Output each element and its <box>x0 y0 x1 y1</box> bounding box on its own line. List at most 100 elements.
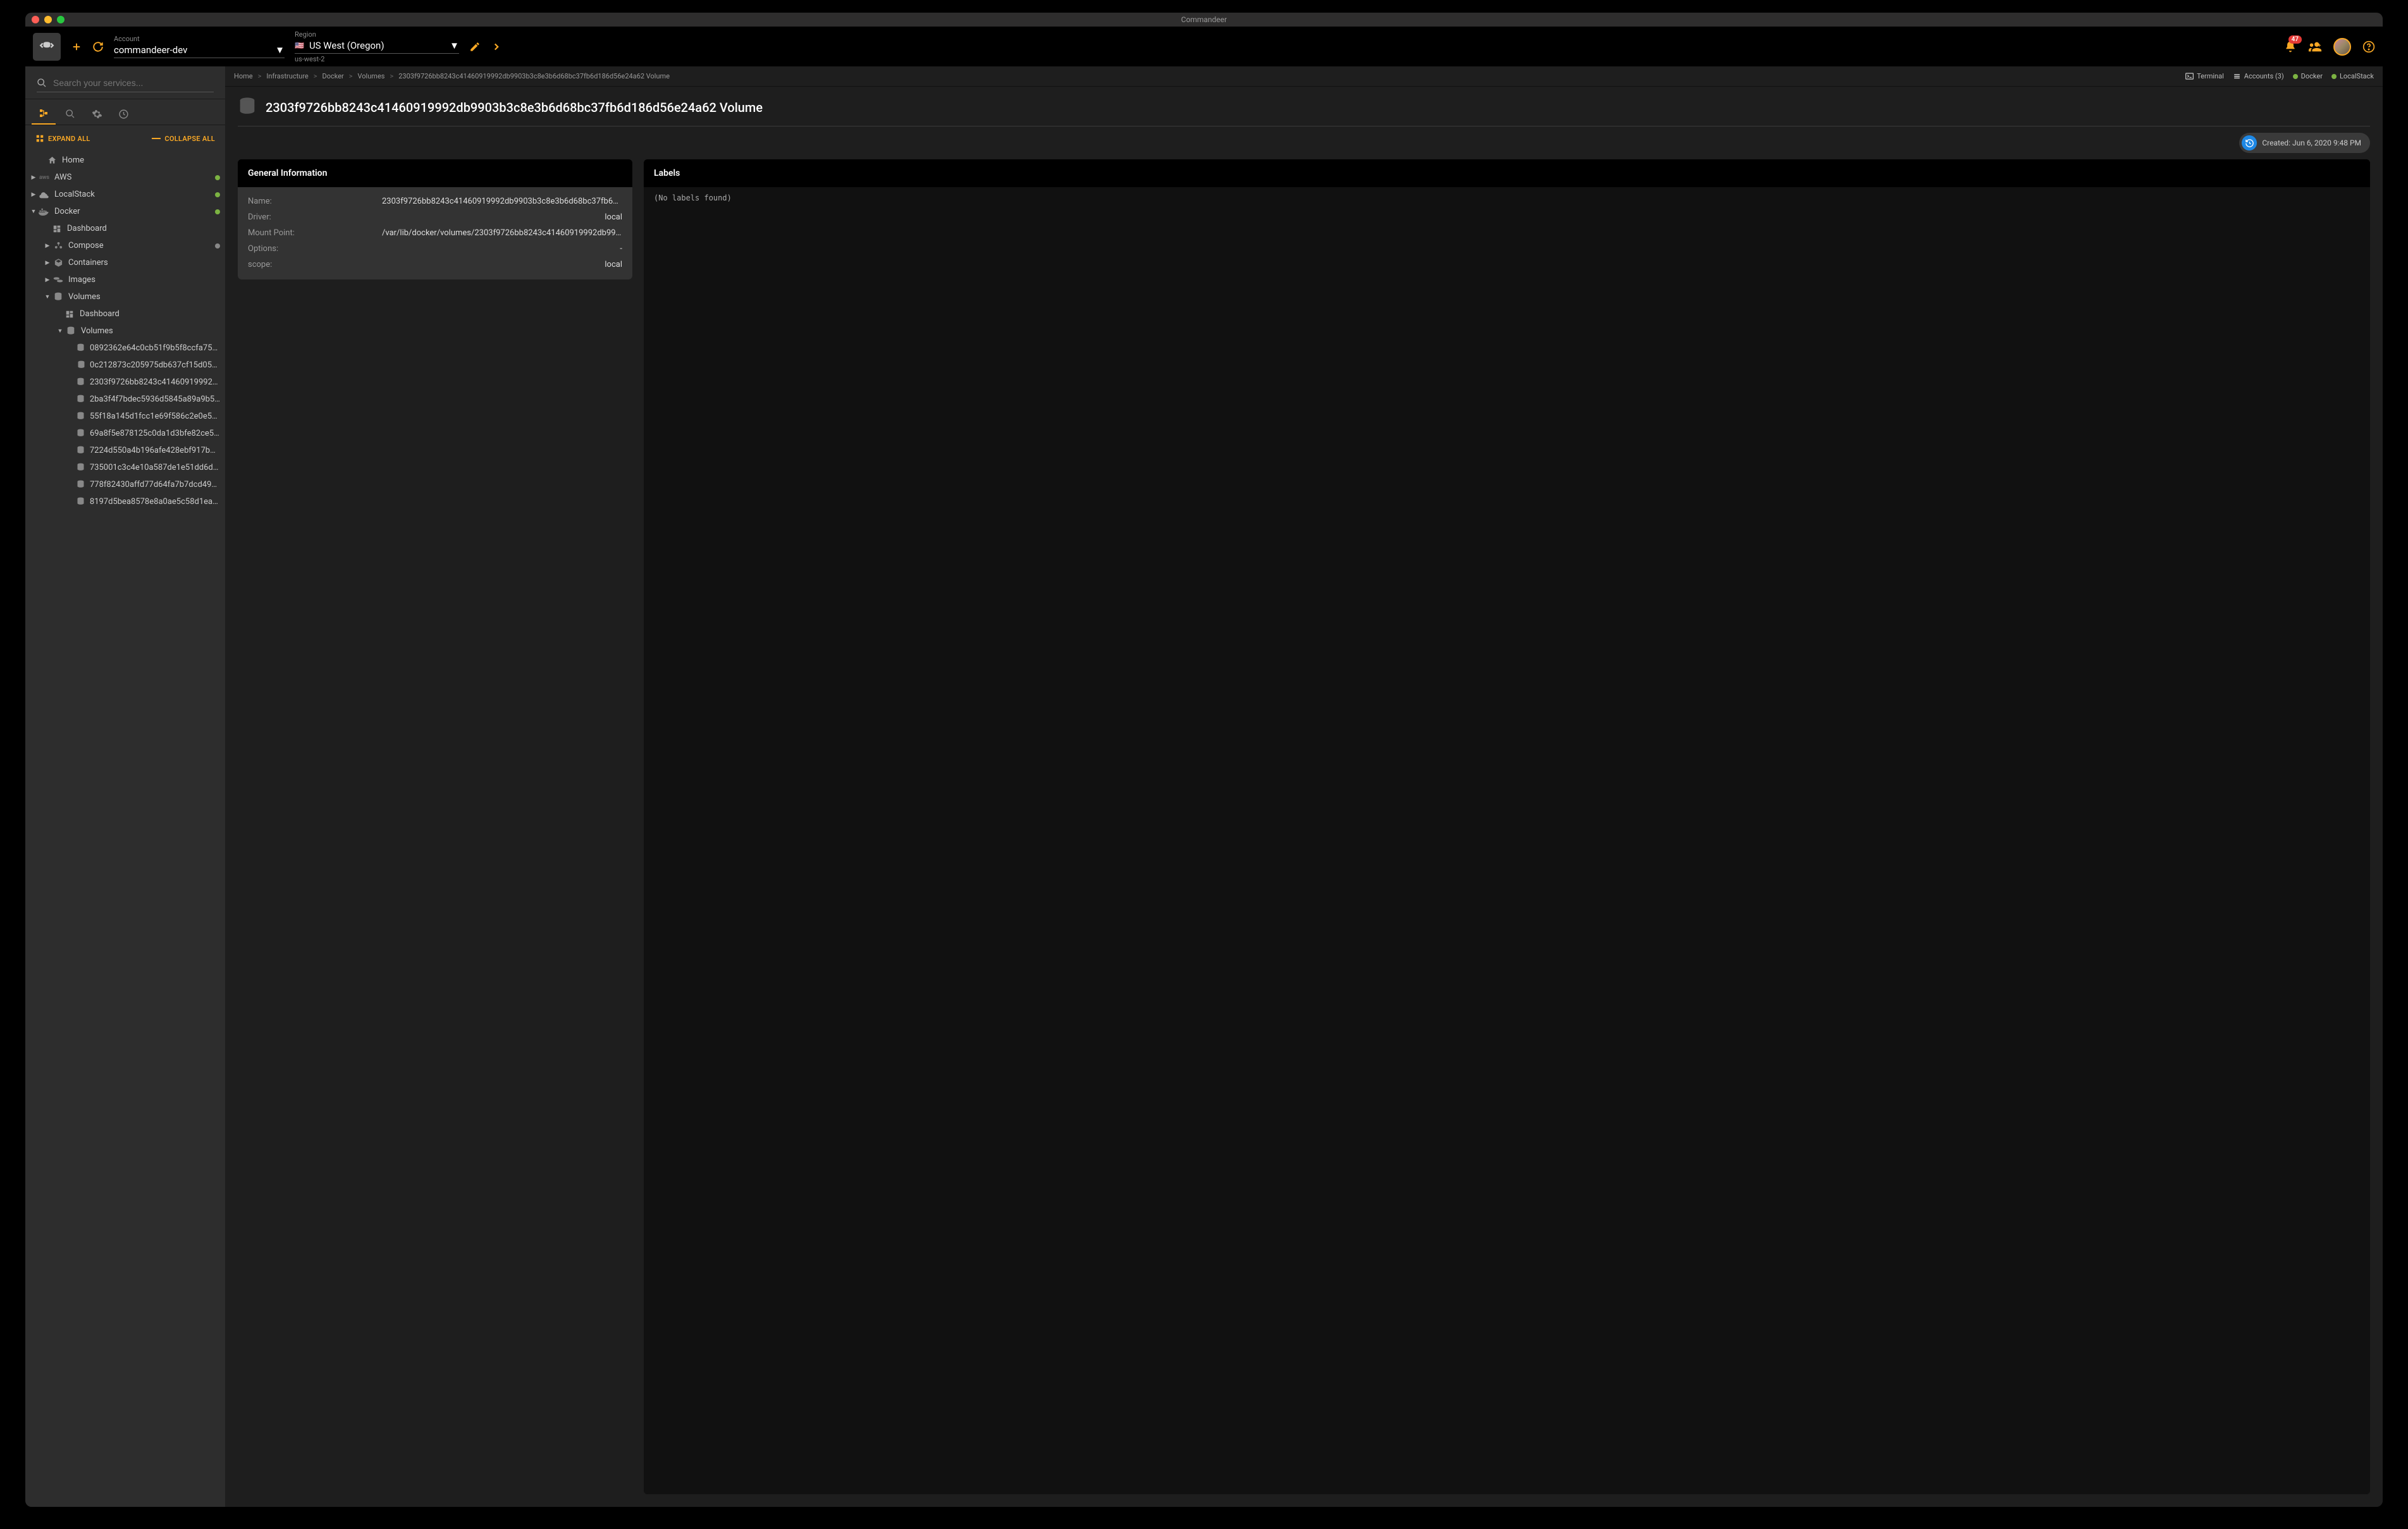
tree-docker-compose[interactable]: ▶ Compose <box>25 237 225 254</box>
labels-panel: Labels (No labels found) <box>644 159 2370 1494</box>
localstack-status[interactable]: LocalStack <box>2331 72 2374 80</box>
tab-search[interactable] <box>58 103 82 125</box>
window-controls <box>32 16 64 23</box>
terminal-button[interactable]: Terminal <box>2185 72 2224 80</box>
breadcrumb-bar: Home>Infrastructure>Docker>Volumes>2303f… <box>225 66 2383 87</box>
flag-icon: 🇺🇸 <box>295 41 304 50</box>
panel-title: General Information <box>238 159 632 187</box>
tree-volume-item[interactable]: 0892362e64c0cb51f9b5f8ccfa75c2e5d799a <box>25 340 225 357</box>
volume-icon <box>76 446 86 455</box>
breadcrumb-separator: > <box>314 72 317 80</box>
chevron-down-icon: ▼ <box>29 208 38 215</box>
volume-icon <box>64 326 77 336</box>
general-info-panel: General Information Name:2303f9726bb8243… <box>238 159 632 279</box>
info-row: Name:2303f9726bb8243c41460919992db9903b3… <box>248 193 622 209</box>
main-content: Home>Infrastructure>Docker>Volumes>2303f… <box>225 66 2383 1507</box>
app-header: Account commandeer-dev ▼ Region 🇺🇸 US We… <box>25 27 2383 66</box>
volume-icon <box>76 395 86 404</box>
minimize-window-button[interactable] <box>44 16 52 23</box>
app-logo[interactable] <box>33 33 61 61</box>
breadcrumb-item[interactable]: Docker <box>322 72 343 80</box>
edit-button[interactable] <box>469 41 481 52</box>
images-icon <box>52 276 64 284</box>
tab-settings[interactable] <box>85 103 109 125</box>
close-window-button[interactable] <box>32 16 39 23</box>
service-tree: Home ▶ aws AWS ▶ LocalStack ▼ Do <box>25 152 225 1507</box>
help-button[interactable] <box>2362 40 2375 53</box>
tree-docker[interactable]: ▼ Docker <box>25 203 225 220</box>
info-label: Driver: <box>248 212 271 222</box>
volume-icon <box>76 429 86 438</box>
sidebar-tabs <box>25 99 225 125</box>
tree-localstack[interactable]: ▶ LocalStack <box>25 186 225 203</box>
maximize-window-button[interactable] <box>57 16 64 23</box>
docker-icon <box>38 207 51 216</box>
app-window: Commandeer Account commandeer-dev ▼ Regi… <box>25 13 2383 1507</box>
region-code: us-west-2 <box>295 55 459 63</box>
tab-tree[interactable] <box>32 103 56 125</box>
tree-volumes-dashboard[interactable]: Dashboard <box>25 305 225 322</box>
refresh-button[interactable] <box>92 41 104 52</box>
chevron-right-icon: ▶ <box>43 277 52 283</box>
tree-volume-item[interactable]: 7224d550a4b196afe428ebf917bd395a9e0f3 <box>25 442 225 459</box>
tree-volume-item[interactable]: 2303f9726bb8243c41460919992db9903b3c <box>25 374 225 391</box>
tree-volume-item[interactable]: 778f82430affd77d64fa7b7dcd4955c442131 <box>25 476 225 493</box>
volume-name: 55f18a145d1fcc1e69f586c2e0e56d13383a5 <box>90 412 220 421</box>
collapse-all-button[interactable]: COLLAPSE ALL <box>152 134 215 143</box>
chevron-right-icon: ▶ <box>29 175 38 181</box>
tree-docker-dashboard[interactable]: Dashboard <box>25 220 225 237</box>
info-label: Options: <box>248 244 278 254</box>
home-icon <box>46 156 58 165</box>
tab-history[interactable] <box>111 103 135 125</box>
info-value: 2303f9726bb8243c41460919992db9903b3c8e3b… <box>382 197 622 206</box>
breadcrumb-item[interactable]: Infrastructure <box>266 72 308 80</box>
tree-docker-images[interactable]: ▶ Images <box>25 271 225 288</box>
invite-button[interactable] <box>2308 40 2322 54</box>
breadcrumb-item[interactable]: Volumes <box>358 72 385 80</box>
container-icon <box>52 258 64 267</box>
tree-docker-containers[interactable]: ▶ Containers <box>25 254 225 271</box>
tree-aws[interactable]: ▶ aws AWS <box>25 169 225 186</box>
account-label: Account <box>114 35 285 43</box>
info-label: Mount Point: <box>248 228 295 238</box>
tree-volumes-volumes[interactable]: ▼ Volumes <box>25 322 225 340</box>
expand-all-button[interactable]: EXPAND ALL <box>35 134 90 143</box>
region-selector[interactable]: Region 🇺🇸 US West (Oregon) ▼ us-west-2 <box>295 30 459 63</box>
docker-status[interactable]: Docker <box>2293 72 2323 80</box>
tree-volume-item[interactable]: 55f18a145d1fcc1e69f586c2e0e56d13383a5 <box>25 408 225 425</box>
notification-count-badge: 47 <box>2288 35 2302 44</box>
accounts-button[interactable]: Accounts (3) <box>2233 72 2284 80</box>
volume-icon <box>238 97 257 118</box>
breadcrumb-item[interactable]: 2303f9726bb8243c41460919992db9903b3c8e3b… <box>398 72 670 80</box>
collapse-all-label: COLLAPSE ALL <box>164 135 215 143</box>
status-dot-icon <box>215 209 220 214</box>
tree-volume-item[interactable]: 0c212873c205975db637cf15d05ef0bd6ff82 <box>25 357 225 374</box>
chevron-down-icon: ▼ <box>275 44 285 56</box>
volume-name: 8197d5bea8578e8a0ae5c58d1ea0903cd779 <box>90 497 220 507</box>
tree-volume-item[interactable]: 2ba3f4f7bdec5936d5845a89a9b54653562bf <box>25 391 225 408</box>
info-value: local <box>605 260 622 269</box>
tree-volume-item[interactable]: 735001c3c4e10a587de1e51dd6d2fb5f47f66 <box>25 459 225 476</box>
search-input[interactable] <box>37 74 214 92</box>
tree-volume-item[interactable]: 69a8f5e878125c0da1d3bfe82ce587ac14f8d <box>25 425 225 442</box>
chevron-right-icon: ▶ <box>43 260 52 266</box>
info-value: - <box>620 244 622 254</box>
volume-icon <box>76 343 86 353</box>
forward-button[interactable] <box>491 41 502 52</box>
tree-volume-item[interactable]: 8197d5bea8578e8a0ae5c58d1ea0903cd779 <box>25 493 225 510</box>
notifications-button[interactable]: 47 <box>2284 40 2297 53</box>
tree-docker-volumes[interactable]: ▼ Volumes <box>25 288 225 305</box>
window-title: Commandeer <box>25 15 2383 24</box>
tree-home[interactable]: Home <box>25 152 225 169</box>
created-pill: Created: Jun 6, 2020 9:48 PM <box>2239 133 2370 153</box>
add-button[interactable] <box>71 41 82 52</box>
volume-name: 69a8f5e878125c0da1d3bfe82ce587ac14f8d <box>90 429 220 438</box>
user-avatar[interactable] <box>2333 38 2351 56</box>
breadcrumb-item[interactable]: Home <box>234 72 253 80</box>
account-selector[interactable]: Account commandeer-dev ▼ <box>114 35 285 58</box>
status-dot-icon <box>215 243 220 249</box>
expand-all-label: EXPAND ALL <box>48 135 90 143</box>
dashboard-icon <box>51 224 63 233</box>
volume-icon <box>76 360 86 370</box>
volume-name: 735001c3c4e10a587de1e51dd6d2fb5f47f66 <box>90 463 220 472</box>
